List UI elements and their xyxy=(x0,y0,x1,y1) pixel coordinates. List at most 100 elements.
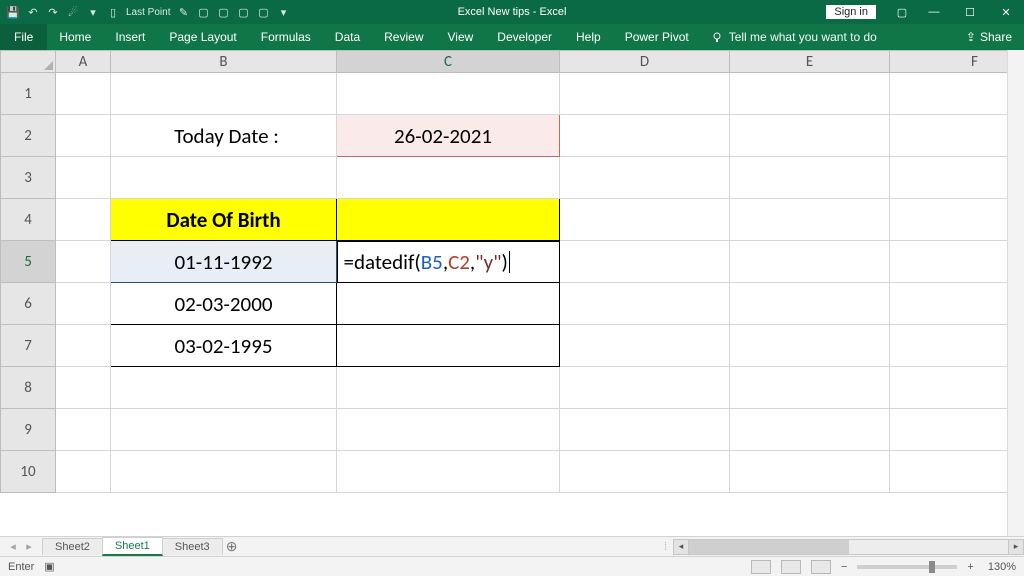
zoom-out-icon[interactable]: − xyxy=(841,561,847,573)
qa-more-2-icon[interactable]: ▢ xyxy=(216,5,230,19)
row-header-2[interactable]: 2 xyxy=(1,115,56,157)
cell-F3[interactable] xyxy=(890,157,1024,199)
cell-C10[interactable] xyxy=(337,451,560,493)
row-header-1[interactable]: 1 xyxy=(1,73,56,115)
cell-A1[interactable] xyxy=(56,73,111,115)
row-header-7[interactable]: 7 xyxy=(1,325,56,367)
cell-A9[interactable] xyxy=(56,409,111,451)
cell-B5[interactable]: 01-11-1992 xyxy=(111,241,337,283)
cell-B6[interactable]: 02-03-2000 xyxy=(111,283,337,325)
col-header-C[interactable]: C xyxy=(337,51,560,73)
formula-edit-overlay[interactable]: =datedif(B5,C2,"y") xyxy=(337,241,560,283)
edit-icon[interactable]: ✎ xyxy=(176,5,190,19)
row-header-5[interactable]: 5 xyxy=(1,241,56,283)
cell-E10[interactable] xyxy=(730,451,890,493)
cell-B9[interactable] xyxy=(111,409,337,451)
save-icon[interactable]: 💾 xyxy=(6,5,20,19)
cell-C2[interactable]: 26-02-2021 xyxy=(337,115,560,157)
cell-E4[interactable] xyxy=(730,199,890,241)
sign-in-button[interactable]: Sign in xyxy=(826,5,876,19)
file-tab[interactable]: File xyxy=(0,24,47,50)
cell-A10[interactable] xyxy=(56,451,111,493)
view-page-layout-icon[interactable] xyxy=(781,560,801,574)
tab-insert[interactable]: Insert xyxy=(103,24,157,50)
cell-C7[interactable] xyxy=(337,325,560,367)
row-header-9[interactable]: 9 xyxy=(1,409,56,451)
row-header-8[interactable]: 8 xyxy=(1,367,56,409)
cell-C3[interactable] xyxy=(337,157,560,199)
macro-record-icon[interactable]: ▣ xyxy=(44,560,54,573)
cell-E7[interactable] xyxy=(730,325,890,367)
sheet-tab-sheet1[interactable]: Sheet1 xyxy=(102,537,163,556)
cell-D2[interactable] xyxy=(560,115,730,157)
cell-A4[interactable] xyxy=(56,199,111,241)
filter-icon[interactable]: ▾ xyxy=(86,5,100,19)
view-page-break-icon[interactable] xyxy=(811,560,831,574)
cell-F2[interactable] xyxy=(890,115,1024,157)
cell-F4[interactable] xyxy=(890,199,1024,241)
tab-home[interactable]: Home xyxy=(47,24,103,50)
cell-D3[interactable] xyxy=(560,157,730,199)
undo-icon[interactable]: ↶ xyxy=(26,5,40,19)
cell-D1[interactable] xyxy=(560,73,730,115)
qa-dropdown-icon[interactable]: ▾ xyxy=(276,5,290,19)
row-header-3[interactable]: 3 xyxy=(1,157,56,199)
cell-A3[interactable] xyxy=(56,157,111,199)
zoom-in-icon[interactable]: + xyxy=(967,561,973,573)
cell-C4[interactable] xyxy=(337,199,560,241)
tab-developer[interactable]: Developer xyxy=(485,24,564,50)
maximize-icon[interactable]: ☐ xyxy=(952,0,988,24)
zoom-slider-knob[interactable] xyxy=(929,561,935,573)
cell-C1[interactable] xyxy=(337,73,560,115)
tab-nav-prev-icon[interactable]: ◂ xyxy=(6,540,20,553)
hscroll-thumb[interactable] xyxy=(689,540,849,554)
last-point-label[interactable]: Last Point xyxy=(126,5,170,19)
cell-F9[interactable] xyxy=(890,409,1024,451)
col-header-E[interactable]: E xyxy=(730,51,890,73)
tab-review[interactable]: Review xyxy=(372,24,435,50)
ribbon-options-icon[interactable]: ▢ xyxy=(888,0,916,24)
cell-E5[interactable] xyxy=(730,241,890,283)
cell-D5[interactable] xyxy=(560,241,730,283)
cell-D10[interactable] xyxy=(560,451,730,493)
sheet-tab-sheet3[interactable]: Sheet3 xyxy=(162,538,223,555)
cell-E6[interactable] xyxy=(730,283,890,325)
cell-B2[interactable]: Today Date : xyxy=(111,115,337,157)
cell-B4[interactable]: Date Of Birth xyxy=(111,199,337,241)
cell-B3[interactable] xyxy=(111,157,337,199)
vertical-scrollbar[interactable] xyxy=(1007,50,1024,536)
row-header-10[interactable]: 10 xyxy=(1,451,56,493)
row-header-6[interactable]: 6 xyxy=(1,283,56,325)
qa-more-3-icon[interactable]: ▢ xyxy=(236,5,250,19)
cell-B8[interactable] xyxy=(111,367,337,409)
view-normal-icon[interactable] xyxy=(751,560,771,574)
cell-A7[interactable] xyxy=(56,325,111,367)
redo-icon[interactable]: ↷ xyxy=(46,5,60,19)
qa-more-4-icon[interactable]: ▢ xyxy=(256,5,270,19)
cell-E1[interactable] xyxy=(730,73,890,115)
cell-E3[interactable] xyxy=(730,157,890,199)
cell-E8[interactable] xyxy=(730,367,890,409)
cell-D7[interactable] xyxy=(560,325,730,367)
chart-icon[interactable]: ▯ xyxy=(106,5,120,19)
select-all-corner[interactable] xyxy=(1,51,56,73)
sheet-tab-sheet2[interactable]: Sheet2 xyxy=(42,538,103,555)
col-header-D[interactable]: D xyxy=(560,51,730,73)
cell-A8[interactable] xyxy=(56,367,111,409)
tab-view[interactable]: View xyxy=(436,24,486,50)
share-button[interactable]: ⇪ Share xyxy=(954,24,1024,50)
minimize-icon[interactable]: — xyxy=(916,0,952,24)
cell-E2[interactable] xyxy=(730,115,890,157)
cell-D4[interactable] xyxy=(560,199,730,241)
col-header-F[interactable]: F xyxy=(890,51,1024,73)
col-header-A[interactable]: A xyxy=(56,51,111,73)
tab-help[interactable]: Help xyxy=(564,24,613,50)
horizontal-scrollbar[interactable]: ⁞ ◂ ▸ xyxy=(664,539,1024,555)
col-header-B[interactable]: B xyxy=(111,51,337,73)
tab-data[interactable]: Data xyxy=(323,24,372,50)
new-sheet-button[interactable]: ⊕ xyxy=(222,538,242,555)
cell-F8[interactable] xyxy=(890,367,1024,409)
cell-B7[interactable]: 03-02-1995 xyxy=(111,325,337,367)
cell-C6[interactable] xyxy=(337,283,560,325)
cell-E9[interactable] xyxy=(730,409,890,451)
